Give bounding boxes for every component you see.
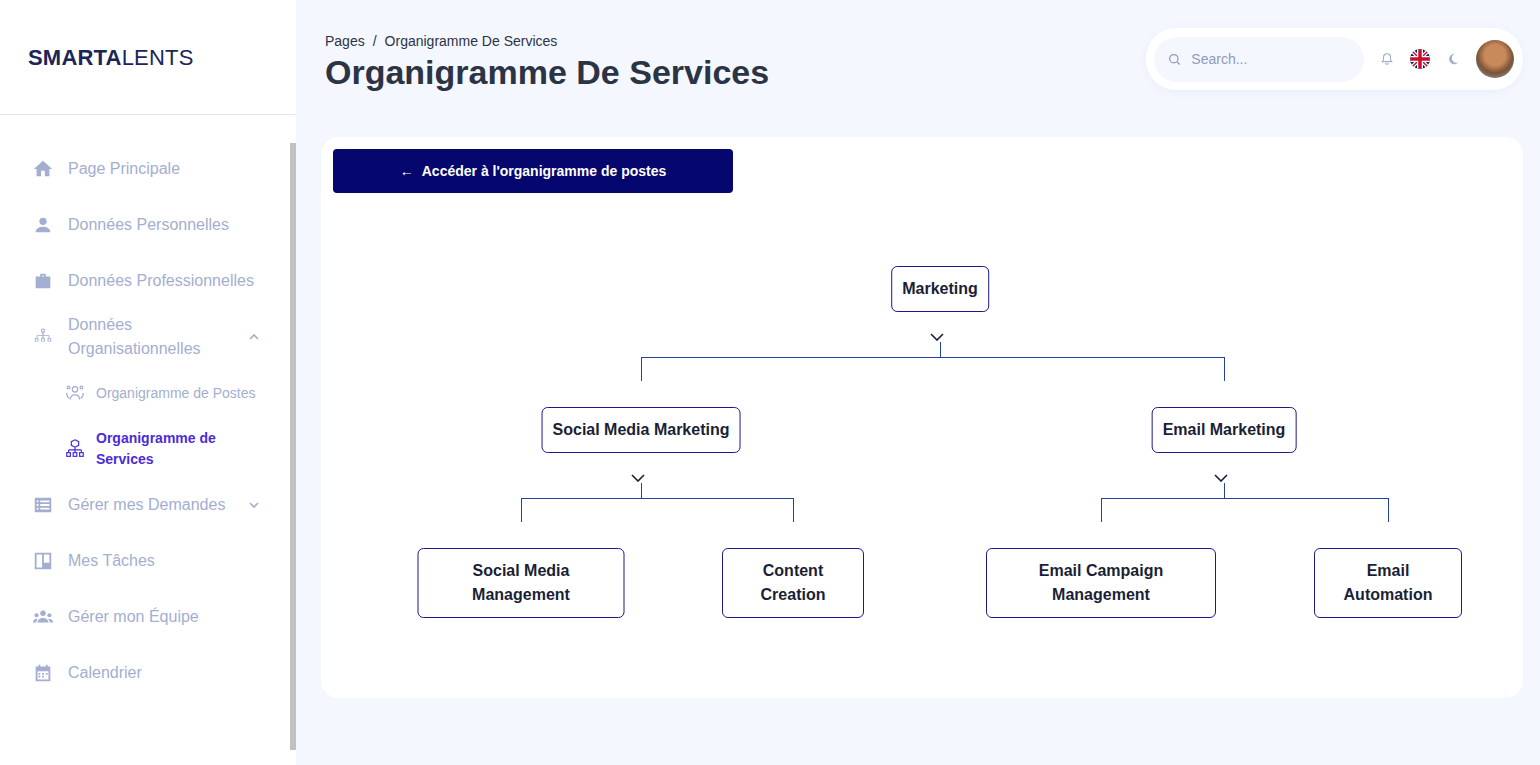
connector — [1101, 498, 1389, 499]
connector — [1224, 357, 1225, 381]
sidebar-entry: Gérer mes Demandes — [32, 477, 290, 533]
sidebar-sublabel[interactable]: Organigramme de Services — [96, 428, 260, 470]
sidebar-item[interactable]: Mes Tâches — [32, 533, 290, 589]
sidebar-entry: Données OrganisationnellesOrganigramme d… — [32, 309, 290, 477]
org-node[interactable]: Marketing — [891, 266, 989, 312]
chevron-icon[interactable] — [631, 474, 645, 482]
moon-icon[interactable] — [1446, 52, 1460, 66]
sidebar-label[interactable]: Données Professionnelles — [68, 269, 260, 293]
arrow-glyph[interactable]: ← — [400, 161, 414, 182]
sidebar-entry: Gérer mon Équipe — [32, 589, 290, 645]
switch-button[interactable]: ← Accéder à l'organigramme de postes — [333, 149, 733, 193]
sidebar-submenu: Organigramme de Postes Organigramme de Se… — [32, 365, 290, 477]
node-label[interactable]: Marketing — [902, 277, 978, 301]
connector — [521, 498, 522, 522]
header: Pages / Organigramme De Services Organigram… — [321, 28, 1523, 92]
hierarchy-icon — [64, 438, 86, 460]
node-label[interactable]: Email Automation — [1325, 559, 1451, 607]
logo-light[interactable]: LENTS — [122, 41, 194, 74]
sidebar-entry: Données Professionnelles — [32, 253, 290, 309]
org-node[interactable]: Content Creation — [722, 548, 864, 618]
sidebar-label[interactable]: Page Principale — [68, 157, 260, 181]
sidebar-item[interactable]: Page Principale — [32, 141, 290, 197]
sidebar-subitem[interactable]: Organigramme de Services — [64, 421, 290, 477]
sidebar-entry: Calendrier — [32, 645, 290, 701]
main-content: Pages / Organigramme De Services Organigram… — [296, 0, 1540, 765]
node-label[interactable]: Social Media Management — [429, 559, 614, 607]
sidebar-label[interactable]: Données Organisationnelles — [68, 313, 248, 361]
sidebar-label[interactable]: Gérer mon Équipe — [68, 605, 260, 629]
people-icon — [64, 382, 86, 404]
chevron-icon[interactable] — [248, 499, 260, 511]
sidebar-sublabel[interactable]: Organigramme de Postes — [96, 383, 256, 404]
breadcrumb-item[interactable]: Organigramme De Services — [385, 32, 558, 50]
sidebar-item[interactable]: Données Organisationnelles — [32, 309, 290, 365]
header-title: Pages / Organigramme De Services Organigram… — [321, 28, 769, 92]
org-chart: Marketing Social Media Marketing Social Me… — [321, 193, 1523, 686]
node-label[interactable]: Content Creation — [733, 559, 853, 607]
calendar-icon — [32, 662, 54, 684]
logo-bold[interactable]: SMARTA — [28, 41, 122, 74]
board-icon — [32, 550, 54, 572]
sidebar: SMARTALENTS Page Principale Données Person… — [0, 0, 296, 765]
connector — [521, 498, 794, 499]
sidebar-label[interactable]: Calendrier — [68, 661, 260, 685]
connector — [793, 498, 794, 522]
page-title: Organigramme De Services — [325, 52, 769, 92]
uk-flag-icon[interactable] — [1410, 49, 1430, 69]
sidebar-label[interactable]: Mes Tâches — [68, 549, 260, 573]
team-icon — [32, 606, 54, 628]
chevron-icon[interactable] — [248, 331, 260, 343]
list-icon — [32, 494, 54, 516]
briefcase-icon — [32, 270, 54, 292]
sidebar-item[interactable]: Calendrier — [32, 645, 290, 701]
org-node[interactable]: Email Campaign Management — [986, 548, 1216, 618]
connector — [641, 483, 642, 498]
sidebar-subitem[interactable]: Organigramme de Postes — [64, 365, 290, 421]
org-node[interactable]: Social Media Management — [418, 548, 625, 618]
node-label[interactable]: Email Campaign Management — [997, 559, 1205, 607]
avatar[interactable] — [1476, 40, 1514, 78]
breadcrumb-separator: / — [373, 32, 377, 50]
person-icon — [32, 214, 54, 236]
toolbar — [1146, 28, 1523, 90]
sidebar-body: Page Principale Données Personnelles Donné… — [0, 115, 296, 765]
sidebar-entry: Mes Tâches — [32, 533, 290, 589]
home-icon — [32, 158, 54, 180]
scrollbar[interactable] — [290, 143, 296, 750]
logo[interactable]: SMARTALENTS — [0, 0, 296, 115]
sidebar-entry: Données Personnelles — [32, 197, 290, 253]
org-node[interactable]: Email Marketing — [1152, 407, 1297, 453]
sidebar-item[interactable]: Gérer mon Équipe — [32, 589, 290, 645]
sidebar-menu: Page Principale Données Personnelles Donné… — [0, 115, 290, 765]
connector — [641, 357, 1225, 358]
connector — [940, 342, 941, 357]
breadcrumb: Pages / Organigramme De Services — [325, 32, 769, 50]
sidebar-item[interactable]: Gérer mes Demandes — [32, 477, 290, 533]
sidebar-label[interactable]: Données Personnelles — [68, 213, 260, 237]
node-label[interactable]: Social Media Marketing — [553, 418, 730, 442]
search-icon — [1168, 52, 1181, 67]
sidebar-entry: Page Principale — [32, 141, 290, 197]
sidebar-label[interactable]: Gérer mes Demandes — [68, 493, 248, 517]
chevron-icon[interactable] — [1214, 474, 1228, 482]
search-box[interactable] — [1154, 37, 1364, 82]
chevron-icon[interactable] — [930, 333, 944, 341]
connector — [1388, 498, 1389, 522]
chart-card: ← Accéder à l'organigramme de postes Marke… — [321, 137, 1523, 698]
connector — [1224, 483, 1225, 498]
org-node[interactable]: Social Media Marketing — [542, 407, 741, 453]
sidebar-item[interactable]: Données Personnelles — [32, 197, 290, 253]
sidebar-item[interactable]: Données Professionnelles — [32, 253, 290, 309]
node-label[interactable]: Email Marketing — [1163, 418, 1286, 442]
search-input[interactable] — [1189, 48, 1364, 71]
sitemap-icon — [32, 326, 54, 348]
breadcrumb-item[interactable]: Pages — [325, 32, 365, 50]
bell-icon[interactable] — [1380, 52, 1394, 66]
connector — [641, 357, 642, 381]
switch-label[interactable]: Accéder à l'organigramme de postes — [422, 161, 667, 182]
connector — [1101, 498, 1102, 522]
org-node[interactable]: Email Automation — [1314, 548, 1462, 618]
